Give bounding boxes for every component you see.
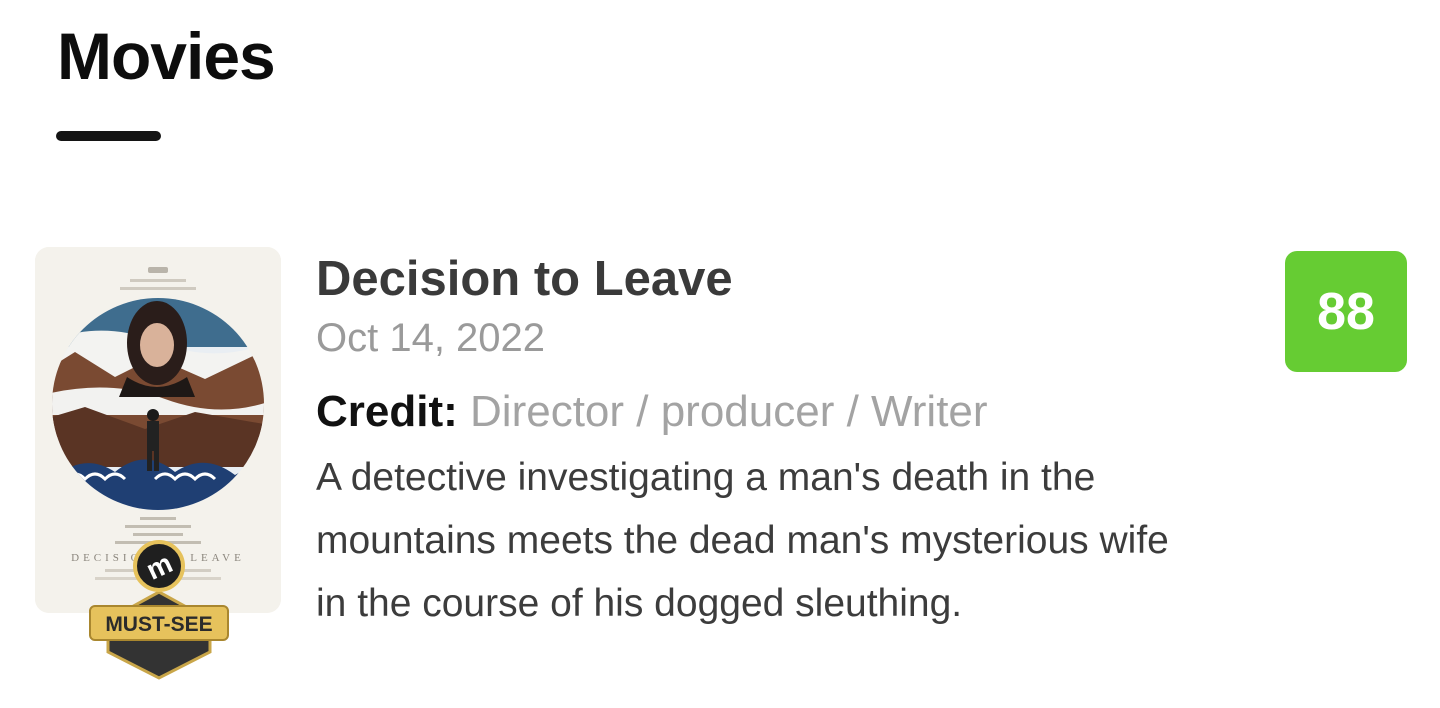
section-title-underline — [56, 131, 161, 141]
movie-card[interactable]: DECISION TO LEAVE MUST-SEE m Decision to… — [0, 240, 1440, 690]
credit-value: Director / producer / Writer — [470, 387, 988, 436]
credit-line: Credit: Director / producer / Writer — [316, 386, 988, 438]
must-see-label: MUST-SEE — [105, 613, 212, 636]
movie-title[interactable]: Decision to Leave — [316, 250, 733, 308]
credit-label: Credit: — [316, 387, 458, 436]
release-date: Oct 14, 2022 — [316, 316, 546, 360]
movie-description: A detective investigating a man's death … — [316, 456, 1169, 625]
metascore-badge[interactable]: 88 — [1285, 251, 1407, 372]
section-title: Movies — [57, 19, 276, 93]
must-see-badge-icon: MUST-SEE m — [88, 540, 230, 680]
